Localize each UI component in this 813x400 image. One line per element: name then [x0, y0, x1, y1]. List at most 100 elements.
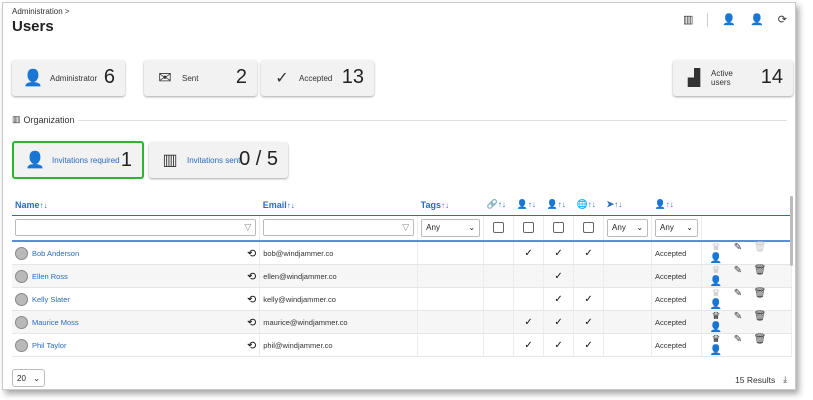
breadcrumb[interactable]: Administration >	[12, 7, 70, 16]
stat-label: Invitations required	[52, 155, 120, 165]
filter-icon: ▽	[244, 222, 252, 233]
column-header-admin-icon[interactable]: 👤↑↓	[513, 195, 544, 216]
sync-icon[interactable]: ⟲	[247, 270, 256, 283]
user-settings-icon[interactable]: 👤	[705, 299, 727, 310]
table-row[interactable]: Maurice Moss ⟲ maurice@windjammer.co ✓ ✓ …	[12, 310, 792, 334]
link-filter-checkbox[interactable]	[483, 215, 515, 242]
column-header-user-icon[interactable]: 👤↑↓	[543, 195, 574, 216]
column-header-send-icon[interactable]: ➤↑↓	[603, 195, 652, 216]
trash-icon[interactable]: 🗑	[749, 242, 771, 253]
check-cell	[483, 333, 515, 357]
bar-chart-icon: ▟	[687, 70, 701, 87]
table-row[interactable]: Phil Taylor ⟲ phil@windjammer.co ✓ ✓ ✓ Ac…	[12, 333, 792, 357]
actions-filter	[701, 215, 792, 242]
column-header-tags[interactable]: Tags↑↓	[417, 195, 484, 216]
organization-label: Organization	[23, 114, 75, 125]
stat-value: 0 / 5	[239, 148, 278, 170]
user-invite-icon: 👤	[25, 152, 45, 169]
send-cell	[603, 287, 653, 311]
crown-icon[interactable]: ♛	[705, 265, 727, 276]
edit-icon[interactable]: ✎	[727, 288, 749, 299]
table-row[interactable]: Bob Anderson ⟲ bob@windjammer.co ✓ ✓ ✓ Ac…	[12, 241, 792, 265]
edit-icon[interactable]: ✎	[727, 242, 749, 253]
page-title: Users	[12, 18, 54, 35]
edit-icon[interactable]: ✎	[727, 265, 749, 276]
globe-filter-checkbox[interactable]	[573, 215, 605, 242]
check-cell: ✓	[543, 310, 575, 334]
user-name-link[interactable]: Kelly Slater	[32, 295, 70, 304]
status-cell: Accepted	[651, 287, 702, 311]
header-row: Name↑↓ Email↑↓ Tags↑↓ 🔗↑↓ 👤↑↓ 👤↑↓ 🌐↑↓ ➤↑…	[12, 195, 792, 216]
stat-card-administrator[interactable]: 👤 Administrator 6	[12, 60, 125, 96]
avatar	[15, 292, 28, 306]
send-filter[interactable]: Any ⌄	[603, 215, 653, 242]
email-cell: maurice@windjammer.co	[259, 310, 419, 334]
table-row[interactable]: Kelly Slater ⟲ kelly@windjammer.co ✓ ✓ Ac…	[12, 287, 792, 311]
user-settings-icon[interactable]: 👤	[705, 253, 727, 264]
invitations-sent-card[interactable]: ▥ Invitations sent 0 / 5	[149, 142, 288, 178]
user-name-link[interactable]: Phil Taylor	[32, 341, 66, 350]
stat-card-active-users[interactable]: ▟ Active users 14	[673, 60, 793, 96]
status-filter[interactable]: Any ⌄	[651, 215, 702, 242]
column-header-status-icon[interactable]: 👤↑↓	[651, 195, 702, 216]
column-header-link-icon[interactable]: 🔗↑↓	[483, 195, 514, 216]
crown-icon[interactable]: ♛	[705, 288, 727, 299]
stat-value: 2	[235, 66, 247, 88]
email-filter[interactable]: ▽	[259, 215, 419, 242]
user-name-link[interactable]: Ellen Ross	[32, 272, 68, 281]
user-name-link[interactable]: Maurice Moss	[32, 318, 79, 327]
stat-card-accepted[interactable]: ✓ Accepted 13	[261, 60, 374, 96]
add-user-icon[interactable]: 👤	[722, 14, 736, 26]
sync-icon[interactable]: ⟲	[247, 293, 256, 306]
building-icon: ▥	[162, 152, 178, 169]
tags-filter[interactable]: Any ⌄	[417, 215, 485, 242]
user-settings-icon[interactable]: 👤	[750, 14, 764, 26]
table-row[interactable]: Ellen Ross ⟲ ellen@windjammer.co ✓ Accept…	[12, 264, 792, 288]
crown-icon[interactable]: ♛	[705, 242, 727, 253]
trash-icon[interactable]: 🗑	[749, 288, 771, 299]
stat-value: 1	[120, 149, 132, 171]
send-cell	[603, 310, 653, 334]
invitations-required-card[interactable]: 👤 Invitations required 1	[12, 141, 144, 179]
sync-icon[interactable]: ⟲	[247, 247, 256, 260]
check-cell: ✓	[513, 333, 545, 357]
crown-icon[interactable]: ♛	[705, 334, 727, 345]
organization-section-title: ▥ Organization	[12, 114, 75, 125]
crown-icon[interactable]: ♛	[705, 311, 727, 322]
sync-icon[interactable]: ⟲	[247, 339, 256, 352]
page-size-select[interactable]: 20 ⌄	[12, 369, 45, 387]
edit-icon[interactable]: ✎	[727, 334, 749, 345]
user-settings-icon[interactable]: 👤	[705, 276, 727, 287]
trash-icon[interactable]: 🗑	[749, 311, 771, 322]
send-cell	[603, 333, 653, 357]
refresh-icon[interactable]: ⟳	[778, 14, 787, 26]
building-icon[interactable]: ▥	[683, 14, 693, 26]
trash-icon[interactable]: 🗑	[749, 265, 771, 276]
column-header-email[interactable]: Email↑↓	[259, 195, 418, 216]
trash-icon[interactable]: 🗑	[749, 334, 771, 345]
column-header-globe-icon[interactable]: 🌐↑↓	[573, 195, 604, 216]
check-cell	[573, 264, 605, 288]
scrollbar[interactable]	[790, 196, 793, 266]
column-header-name[interactable]: Name↑↓	[12, 195, 260, 216]
sync-icon[interactable]: ⟲	[247, 316, 256, 329]
name-filter[interactable]: ▽	[12, 215, 261, 242]
tags-cell	[417, 333, 485, 357]
divider	[78, 120, 787, 121]
check-cell: ✓	[513, 310, 545, 334]
user-filter-checkbox[interactable]	[543, 215, 575, 242]
stat-value: 14	[760, 66, 783, 88]
user-settings-icon[interactable]: 👤	[705, 345, 727, 356]
check-cell	[483, 241, 515, 265]
top-actions: ▥ 👤 👤 ⟳	[683, 13, 787, 27]
user-name-link[interactable]: Bob Anderson	[32, 249, 79, 258]
check-cell	[513, 287, 545, 311]
users-page: Administration > Users ▥ 👤 👤 ⟳ 👤 Adminis…	[2, 2, 796, 390]
download-icon[interactable]: ⤓	[783, 374, 787, 385]
email-cell: bob@windjammer.co	[259, 241, 419, 265]
user-settings-icon[interactable]: 👤	[705, 322, 727, 333]
admin-filter-checkbox[interactable]	[513, 215, 545, 242]
edit-icon[interactable]: ✎	[727, 311, 749, 322]
results-footer: 15 Results ⤓	[735, 374, 787, 385]
stat-card-sent[interactable]: ✉ Sent 2	[144, 60, 257, 96]
